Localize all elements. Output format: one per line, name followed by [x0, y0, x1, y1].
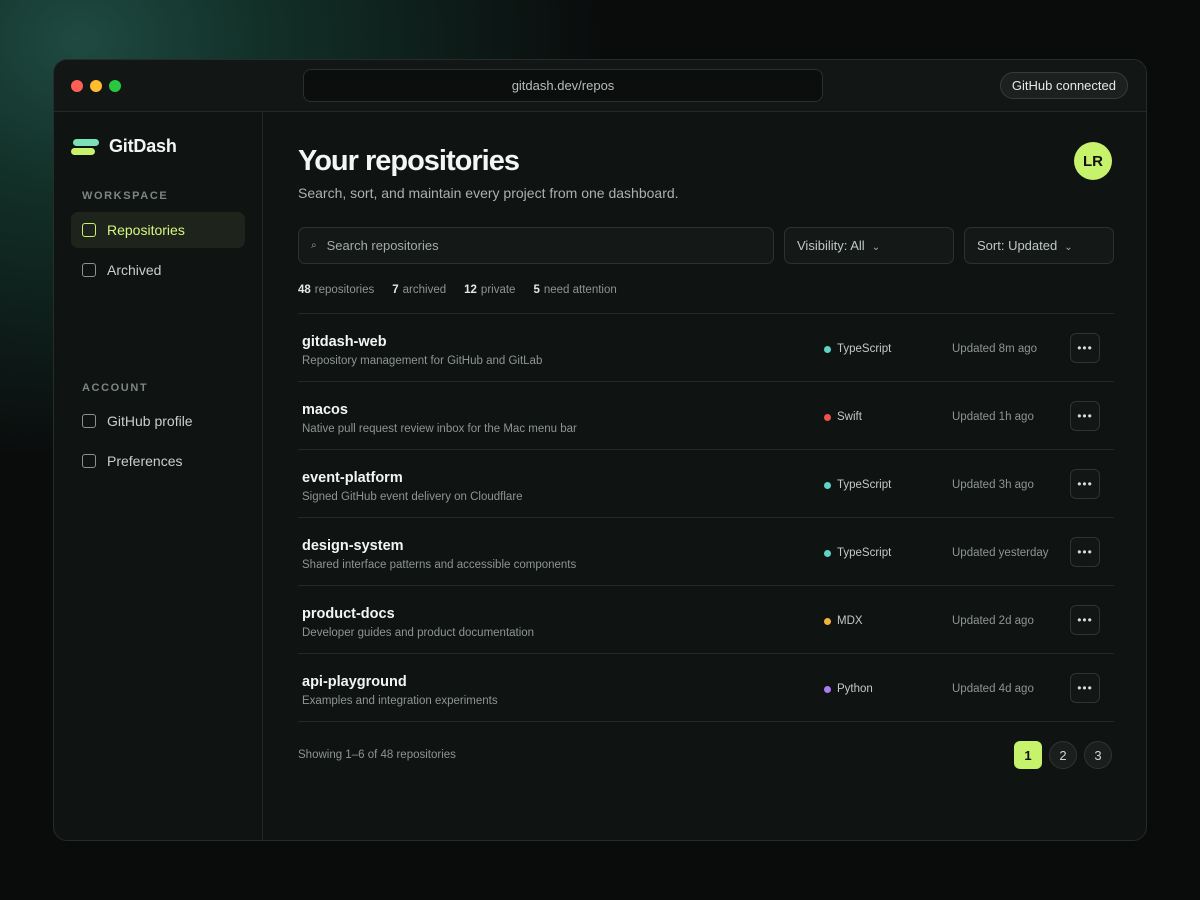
repo-name[interactable]: product-docs: [302, 606, 395, 622]
maximize-window-button[interactable]: [109, 80, 121, 92]
address-url: gitdash.dev/repos: [511, 78, 615, 93]
language-dot-icon: [824, 617, 831, 625]
more-options-button[interactable]: •••: [1070, 605, 1100, 635]
language-dot-icon: [824, 549, 831, 557]
address-bar[interactable]: gitdash.dev/repos: [303, 69, 823, 102]
page-subtitle: Search, sort, and maintain every project…: [298, 185, 679, 201]
sidebar: GitDash WORKSPACE Repositories Archived …: [54, 112, 263, 840]
sort-label: Sort: Updated: [977, 238, 1058, 253]
repo-row[interactable]: event-platform Signed GitHub event deliv…: [298, 450, 1114, 518]
repo-updated: Updated 8m ago: [952, 343, 1038, 355]
repo-name[interactable]: api-playground: [302, 674, 407, 690]
brand[interactable]: GitDash: [71, 136, 177, 157]
language-dot-icon: [824, 345, 831, 353]
repo-updated: Updated 1h ago: [952, 411, 1034, 423]
stat-need-attention: 5 need attention: [533, 284, 617, 296]
preferences-icon: [82, 454, 96, 468]
sidebar-item-label: Preferences: [107, 453, 183, 469]
sidebar-item-label: Repositories: [107, 222, 185, 238]
stat-private: 12 private: [464, 284, 516, 296]
repo-language: TypeScript: [824, 479, 891, 491]
language-dot-icon: [824, 685, 831, 693]
repo-updated: Updated 2d ago: [952, 615, 1034, 627]
repositories-icon: [82, 223, 96, 237]
minimize-window-button[interactable]: [90, 80, 102, 92]
visibility-filter-select[interactable]: Visibility: All ⌄: [784, 227, 954, 264]
sidebar-item-preferences[interactable]: Preferences: [71, 443, 245, 479]
close-window-button[interactable]: [71, 80, 83, 92]
more-options-button[interactable]: •••: [1070, 401, 1100, 431]
repository-list: gitdash-web Repository management for Gi…: [298, 313, 1114, 722]
app-window: gitdash.dev/repos GitHub connected GitDa…: [53, 59, 1147, 841]
sidebar-item-label: GitHub profile: [107, 413, 193, 429]
repo-language: TypeScript: [824, 343, 891, 355]
archived-icon: [82, 263, 96, 277]
sidebar-item-label: Archived: [107, 262, 162, 278]
repo-row[interactable]: product-docs Developer guides and produc…: [298, 586, 1114, 654]
github-profile-icon: [82, 414, 96, 428]
sidebar-item-repositories[interactable]: Repositories: [71, 212, 245, 248]
repo-updated: Updated yesterday: [952, 547, 1049, 559]
sort-select[interactable]: Sort: Updated ⌄: [964, 227, 1114, 264]
workspace-section-label: WORKSPACE: [82, 190, 169, 202]
github-connected-badge[interactable]: GitHub connected: [999, 72, 1128, 99]
page-button-1[interactable]: 1: [1014, 741, 1042, 769]
chevron-down-icon: ⌄: [1064, 242, 1073, 253]
page-button-3[interactable]: 3: [1084, 741, 1112, 769]
more-options-button[interactable]: •••: [1070, 537, 1100, 567]
avatar[interactable]: LR: [1074, 142, 1112, 180]
sidebar-item-github-profile[interactable]: GitHub profile: [71, 403, 245, 439]
more-options-button[interactable]: •••: [1070, 673, 1100, 703]
stat-archived: 7 archived: [392, 284, 447, 296]
account-section-label: ACCOUNT: [82, 382, 149, 394]
repo-language: Python: [824, 683, 873, 695]
language-dot-icon: [824, 481, 831, 489]
repo-language: MDX: [824, 615, 863, 627]
more-options-button[interactable]: •••: [1070, 333, 1100, 363]
pagination: 1 2 3: [1007, 741, 1112, 769]
search-placeholder: Search repositories: [326, 238, 439, 253]
repo-stats: 48 repositories 7 archived 12 private 5 need…: [298, 284, 635, 296]
repo-description: Signed GitHub event delivery on Cloudfla…: [302, 491, 523, 503]
title-bar: gitdash.dev/repos GitHub connected: [54, 60, 1146, 112]
pagination-summary: Showing 1–6 of 48 repositories: [298, 749, 456, 761]
repo-description: Examples and integration experiments: [302, 695, 498, 707]
gitdash-logo-icon: [71, 137, 99, 157]
repo-name[interactable]: macos: [302, 402, 348, 418]
github-status-label: GitHub connected: [1011, 78, 1116, 93]
repo-name[interactable]: design-system: [302, 538, 404, 554]
more-options-button[interactable]: •••: [1070, 469, 1100, 499]
main-content: Your repositories Search, sort, and main…: [298, 112, 1114, 840]
page-button-2[interactable]: 2: [1049, 741, 1077, 769]
visibility-filter-label: Visibility: All: [797, 238, 865, 253]
repo-description: Repository management for GitHub and Git…: [302, 355, 543, 367]
chevron-down-icon: ⌄: [871, 242, 881, 253]
repo-language: TypeScript: [824, 547, 891, 559]
repo-updated: Updated 4d ago: [952, 683, 1034, 695]
repo-updated: Updated 3h ago: [952, 479, 1034, 491]
repo-description: Shared interface patterns and accessible…: [302, 559, 577, 571]
sidebar-item-archived[interactable]: Archived: [71, 252, 245, 288]
repo-row[interactable]: design-system Shared interface patterns …: [298, 518, 1114, 586]
repo-row[interactable]: macos Native pull request review inbox f…: [298, 382, 1114, 450]
search-input[interactable]: ⌕ Search repositories: [298, 227, 774, 264]
repo-description: Developer guides and product documentati…: [302, 627, 535, 639]
brand-name: GitDash: [109, 136, 177, 156]
repo-row[interactable]: gitdash-web Repository management for Gi…: [298, 314, 1114, 382]
stat-repositories: 48 repositories: [298, 284, 375, 296]
language-dot-icon: [824, 413, 831, 421]
repo-name[interactable]: gitdash-web: [302, 334, 387, 350]
search-icon: ⌕: [311, 240, 317, 251]
page-title: Your repositories: [298, 145, 520, 177]
repo-name[interactable]: event-platform: [302, 470, 403, 486]
repo-language: Swift: [824, 411, 862, 423]
repo-description: Native pull request review inbox for the…: [302, 423, 577, 435]
repo-row[interactable]: api-playground Examples and integration …: [298, 654, 1114, 722]
